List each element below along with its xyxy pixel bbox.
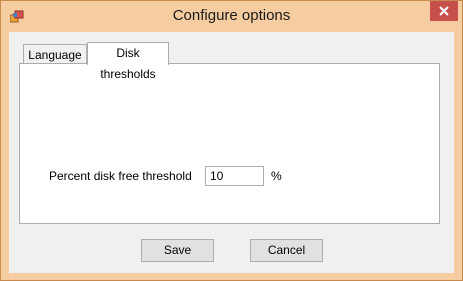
percent-disk-free-input[interactable]: 10 [205,166,264,186]
close-button[interactable] [430,1,458,21]
tab-disk-thresholds[interactable]: Disk thresholds [87,42,169,81]
title-bar[interactable]: Configure options [1,1,462,32]
dialog-client-area: Language Disk thresholds Percent disk fr… [9,32,454,273]
close-icon [430,1,458,21]
cancel-button[interactable]: Cancel [250,239,323,262]
configure-options-window: Configure options Language Disk threshol… [0,0,463,281]
window-title: Configure options [172,7,291,24]
tab-language[interactable]: Language [23,44,87,65]
save-button[interactable]: Save [141,239,214,262]
percent-disk-free-label: Percent disk free threshold [49,169,192,183]
disk-thresholds-panel: Percent disk free threshold 10 % [19,63,440,224]
percent-unit-label: % [271,169,282,183]
